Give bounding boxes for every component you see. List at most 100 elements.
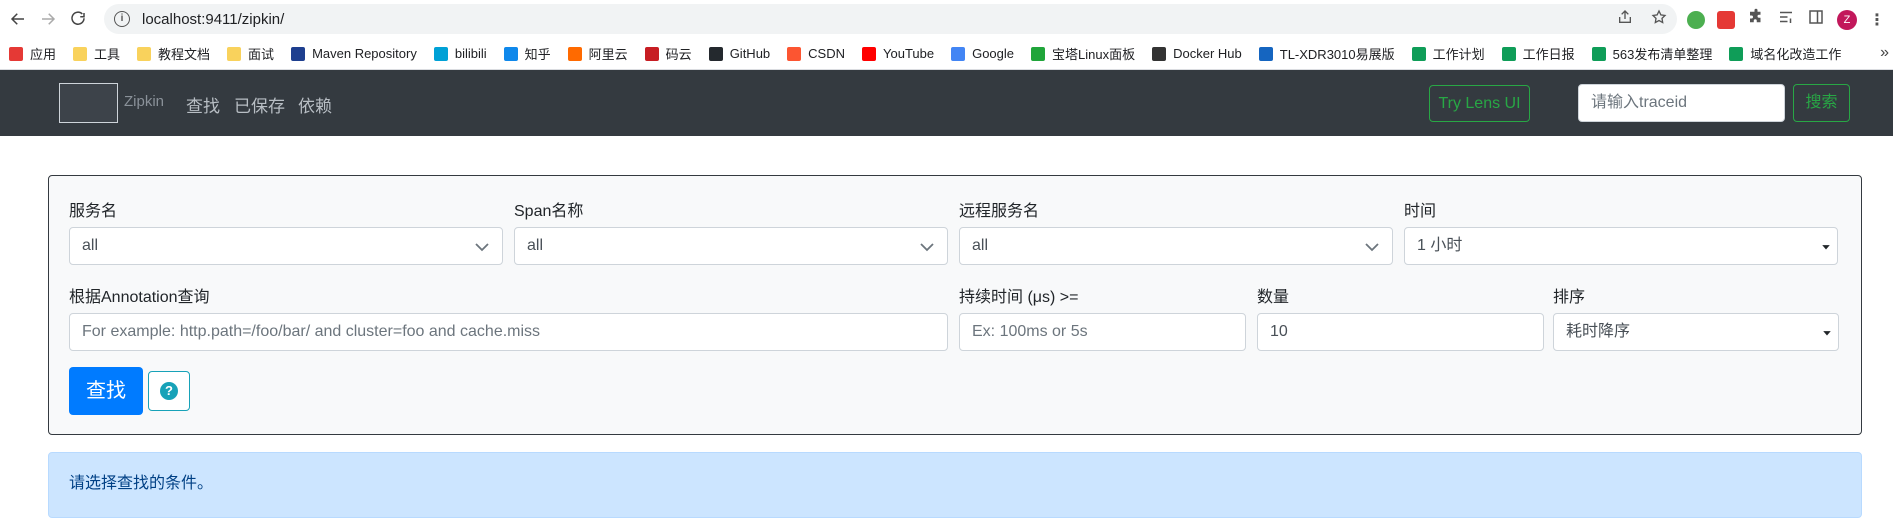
bookmark-item[interactable]: GitHub [708, 46, 771, 61]
reading-list-icon[interactable] [1777, 8, 1795, 31]
annotation-label: 根据Annotation查询 [69, 289, 210, 306]
menu-icon[interactable]: ⋮ [1869, 10, 1885, 30]
bookmark-item[interactable]: 工作计划 [1411, 44, 1485, 63]
bookmark-icon [137, 46, 152, 61]
bookmark-item[interactable]: 阿里云 [567, 44, 628, 63]
bookmark-label: Docker Hub [1173, 46, 1242, 61]
bookmark-item[interactable]: YouTube [862, 46, 934, 61]
sort-value: 耗时降序 [1566, 323, 1631, 340]
remote-service-label: 远程服务名 [959, 203, 1040, 220]
bookmark-item[interactable]: TL-XDR3010易展版 [1258, 44, 1395, 63]
bookmark-icon [1152, 46, 1167, 61]
bookmark-label: 工具 [94, 47, 121, 62]
span-name-select[interactable]: all [514, 227, 948, 265]
profile-avatar[interactable]: Z [1837, 9, 1857, 30]
span-name-label: Span名称 [514, 203, 584, 220]
question-icon: ? [160, 382, 178, 400]
bookmark-item[interactable]: Maven Repository [291, 46, 417, 61]
back-icon[interactable] [4, 5, 32, 33]
limit-label: 数量 [1257, 289, 1290, 306]
bookmark-label: CSDN [808, 46, 845, 61]
sort-select[interactable]: 耗时降序 [1553, 313, 1839, 351]
bookmark-item[interactable]: 应用 [9, 44, 56, 63]
bookmark-icon [73, 46, 88, 61]
bookmark-icon [1031, 46, 1046, 61]
select-arrow-icon [1823, 331, 1831, 336]
extension-icon[interactable] [1687, 10, 1705, 29]
bookmarks-bar: 应用 工具 教程文档 面试 Maven Repository bilibili 知乎 阿里云 码… [0, 38, 1893, 70]
bookmark-icon [787, 46, 802, 61]
share-icon[interactable] [1617, 9, 1633, 30]
span-name-value: all [527, 237, 544, 254]
bookmark-item[interactable]: 面试 [227, 44, 274, 63]
bookmark-label: 码云 [665, 47, 692, 62]
bookmark-star-icon[interactable] [1651, 8, 1667, 30]
remote-service-select[interactable]: all [959, 227, 1393, 265]
limit-input[interactable]: 10 [1257, 313, 1544, 351]
try-lens-ui-button[interactable]: Try Lens UI [1429, 85, 1530, 122]
search-form-card: 服务名 all Span名称 all 远程服务名 all 时间 1 小时 根据A… [48, 175, 1862, 435]
brand-name[interactable]: Zipkin [124, 93, 164, 110]
bookmark-icon [503, 46, 518, 61]
bookmark-label: 工作计划 [1432, 47, 1485, 62]
zipkin-navbar: Zipkin 查找 已保存 依赖 Try Lens UI 请输入traceid … [0, 70, 1893, 136]
help-button[interactable]: ? [148, 371, 190, 411]
bookmark-label: 工作日报 [1522, 47, 1575, 62]
bookmark-item[interactable]: 知乎 [503, 44, 551, 63]
nav-link-find[interactable]: 查找 [186, 92, 220, 117]
bookmark-icon [1729, 46, 1744, 61]
nav-link-saved[interactable]: 已保存 [234, 92, 285, 117]
duration-label: 持续时间 (μs) >= [959, 289, 1079, 306]
alert-message: 请选择查找的条件。 [69, 475, 214, 492]
bookmark-icon [433, 46, 448, 61]
side-panel-icon[interactable] [1807, 8, 1825, 31]
browser-toolbar: i localhost:9411/zipkin/ Z ⋮ [0, 0, 1893, 38]
service-select[interactable]: all [69, 227, 503, 265]
bookmark-icon [1258, 46, 1273, 61]
find-button[interactable]: 查找 [69, 367, 143, 415]
bookmark-label: GitHub [729, 46, 771, 61]
bookmark-item[interactable]: Docker Hub [1152, 46, 1242, 61]
nav-link-dependencies[interactable]: 依赖 [298, 92, 332, 117]
bookmark-item[interactable]: 域名化改造工作 [1729, 44, 1841, 63]
bookmark-label: 域名化改造工作 [1750, 47, 1842, 62]
address-bar[interactable]: i localhost:9411/zipkin/ [104, 4, 1677, 34]
time-select[interactable]: 1 小时 [1404, 227, 1838, 265]
traceid-input[interactable]: 请输入traceid [1578, 84, 1785, 122]
bookmark-item[interactable]: 工具 [73, 44, 120, 63]
bookmark-item[interactable]: 工作日报 [1501, 44, 1575, 63]
min-duration-input[interactable]: Ex: 100ms or 5s [959, 313, 1246, 351]
extension-icon[interactable] [1717, 10, 1735, 29]
url-text: localhost:9411/zipkin/ [142, 10, 285, 28]
bookmark-label: TL-XDR3010易展版 [1279, 47, 1395, 62]
bookmark-item[interactable]: CSDN [787, 46, 845, 61]
bookmark-icon [1591, 46, 1606, 61]
annotation-query-input[interactable]: For example: http.path=/foo/bar/ and clu… [69, 313, 948, 351]
bookmark-icon [951, 46, 966, 61]
remote-service-value: all [972, 237, 989, 254]
bookmark-item[interactable]: 宝塔Linux面板 [1031, 44, 1135, 63]
logo-image[interactable] [59, 83, 118, 123]
bookmark-label: 面试 [248, 47, 275, 62]
puzzle-icon[interactable] [1747, 8, 1765, 31]
site-info-icon[interactable]: i [114, 11, 130, 27]
service-label: 服务名 [69, 203, 118, 220]
bookmarks-overflow-icon[interactable]: » [1880, 44, 1889, 62]
bookmark-item[interactable]: 563发布清单整理 [1591, 44, 1713, 63]
bookmark-item[interactable]: bilibili [433, 46, 487, 61]
bookmark-item[interactable]: Google [951, 46, 1014, 61]
bookmark-item[interactable]: 教程文档 [137, 44, 210, 63]
bookmark-label: 宝塔Linux面板 [1052, 47, 1136, 62]
bookmark-icon [227, 46, 242, 61]
time-value: 1 小时 [1417, 237, 1463, 254]
bookmark-label: 知乎 [524, 47, 551, 62]
sort-label: 排序 [1553, 289, 1586, 306]
forward-icon[interactable] [34, 5, 62, 33]
bookmark-label: 563发布清单整理 [1612, 47, 1713, 62]
traceid-search-button[interactable]: 搜索 [1793, 84, 1850, 122]
time-label: 时间 [1404, 203, 1437, 220]
reload-icon[interactable] [64, 5, 92, 33]
bookmark-item[interactable]: 码云 [644, 44, 692, 63]
bookmark-label: 阿里云 [588, 47, 628, 62]
bookmark-icon [9, 46, 23, 61]
